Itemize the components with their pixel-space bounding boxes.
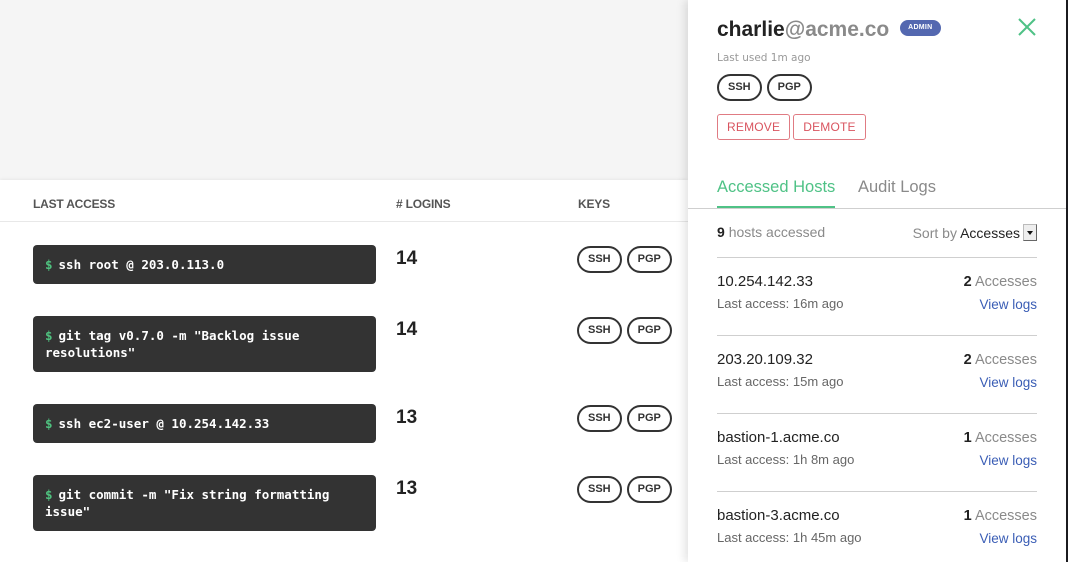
host-item: bastion-1.acme.co Last access: 1h 8m ago… — [717, 413, 1037, 491]
table-header: LAST ACCESS # LOGINS KEYS — [0, 180, 688, 222]
command-text: ssh ec2-user @ 10.254.142.33 — [58, 416, 270, 431]
key-badge-ssh: SSH — [577, 476, 622, 503]
header-last-access: LAST ACCESS — [33, 197, 116, 211]
key-badge-pgp: PGP — [626, 405, 672, 432]
sort-control[interactable]: Sort by Accesses — [913, 224, 1037, 241]
host-last-access: Last access: 1h 8m ago — [717, 452, 855, 467]
view-logs-link[interactable]: View logs — [979, 531, 1037, 546]
access-count: 2 — [963, 352, 972, 368]
user-name: charlie — [717, 18, 785, 41]
user-detail-panel: charlie@acme.co ADMIN Last used 1m ago S… — [688, 0, 1066, 562]
key-badge-ssh: SSH — [717, 74, 762, 101]
logins-count: 13 — [396, 478, 418, 499]
header-logins: # LOGINS — [396, 197, 451, 211]
view-logs-link[interactable]: View logs — [979, 375, 1037, 390]
prompt-symbol: $ — [45, 416, 53, 431]
host-name: 10.254.142.33 — [717, 273, 813, 290]
access-label: Accesses — [974, 274, 1037, 290]
host-last-access: Last access: 16m ago — [717, 296, 844, 311]
sort-select-value[interactable]: Accesses — [960, 225, 1020, 241]
command-text: ssh root @ 203.0.113.0 — [58, 257, 225, 272]
access-table: LAST ACCESS # LOGINS KEYS $ ssh root @ 20… — [0, 180, 688, 562]
access-label: Accesses — [974, 430, 1037, 446]
hosts-count-label: hosts accessed — [728, 224, 826, 240]
access-label: Accesses — [974, 508, 1037, 524]
host-item: 203.20.109.32 Last access: 15m ago 2 Acc… — [717, 335, 1037, 413]
prompt-symbol: $ — [45, 328, 53, 343]
user-title: charlie@acme.co ADMIN — [717, 18, 941, 42]
key-badge-ssh: SSH — [577, 246, 622, 273]
host-name: bastion-1.acme.co — [717, 429, 840, 446]
demote-button[interactable]: DEMOTE — [793, 114, 866, 140]
key-badge-pgp: PGP — [626, 476, 672, 503]
logins-count: 14 — [396, 319, 418, 340]
command-block: $ git commit -m "Fix string formatting is… — [33, 475, 376, 531]
close-icon — [1018, 18, 1036, 36]
command-block: $ ssh ec2-user @ 10.254.142.33 — [33, 404, 376, 443]
panel-tabs: Accessed Hosts Audit Logs — [688, 170, 1066, 209]
sort-label: Sort by — [912, 225, 957, 241]
logins-count: 14 — [396, 248, 418, 269]
command-text: git commit -m "Fix string formatting iss… — [45, 487, 330, 519]
access-count: 1 — [963, 508, 972, 524]
user-keys: SSH PGP — [717, 74, 812, 101]
key-badge-ssh: SSH — [577, 317, 622, 344]
host-accesses: 2 Accesses — [964, 274, 1037, 290]
host-name: 203.20.109.32 — [717, 351, 813, 368]
command-text: git tag v0.7.0 -m "Backlog issue resolut… — [45, 328, 300, 360]
command-block: $ ssh root @ 203.0.113.0 — [33, 245, 376, 284]
last-used-text: Last used 1m ago — [717, 52, 811, 64]
prompt-symbol: $ — [45, 257, 53, 272]
prompt-symbol: $ — [45, 487, 53, 502]
logins-count: 13 — [396, 407, 418, 428]
host-item: bastion-3.acme.co Last access: 1h 45m ag… — [717, 491, 1037, 562]
close-button[interactable] — [1016, 16, 1038, 38]
background-area — [0, 0, 688, 180]
hosts-count: 9 — [717, 224, 725, 240]
header-keys: KEYS — [578, 197, 610, 211]
host-name: bastion-3.acme.co — [717, 507, 840, 524]
key-badge-pgp: PGP — [626, 246, 672, 273]
access-count: 1 — [963, 430, 972, 446]
host-last-access: Last access: 15m ago — [717, 374, 844, 389]
host-accesses: 1 Accesses — [964, 430, 1037, 446]
tab-accessed-hosts[interactable]: Accessed Hosts — [717, 178, 836, 208]
host-last-access: Last access: 1h 45m ago — [717, 530, 862, 545]
tab-audit-logs[interactable]: Audit Logs — [858, 178, 936, 206]
user-actions: REMOVE DEMOTE — [717, 114, 866, 140]
command-block: $ git tag v0.7.0 -m "Backlog issue resolu… — [33, 316, 376, 372]
view-logs-link[interactable]: View logs — [979, 297, 1037, 312]
user-domain: @acme.co — [784, 18, 890, 41]
remove-button[interactable]: REMOVE — [717, 114, 791, 140]
admin-badge: ADMIN — [900, 20, 941, 37]
access-count: 2 — [963, 274, 972, 290]
access-label: Accesses — [974, 352, 1037, 368]
host-accesses: 1 Accesses — [964, 508, 1037, 524]
dropdown-arrow-icon[interactable] — [1023, 224, 1037, 241]
host-accesses: 2 Accesses — [964, 352, 1037, 368]
view-logs-link[interactable]: View logs — [979, 453, 1037, 468]
hosts-list: 10.254.142.33 Last access: 16m ago 2 Acc… — [717, 257, 1037, 562]
host-item: 10.254.142.33 Last access: 16m ago 2 Acc… — [717, 257, 1037, 335]
key-badge-pgp: PGP — [766, 74, 812, 101]
key-badge-ssh: SSH — [577, 405, 622, 432]
hosts-summary: 9 hosts accessed Sort by Accesses — [717, 224, 1037, 242]
key-badge-pgp: PGP — [626, 317, 672, 344]
